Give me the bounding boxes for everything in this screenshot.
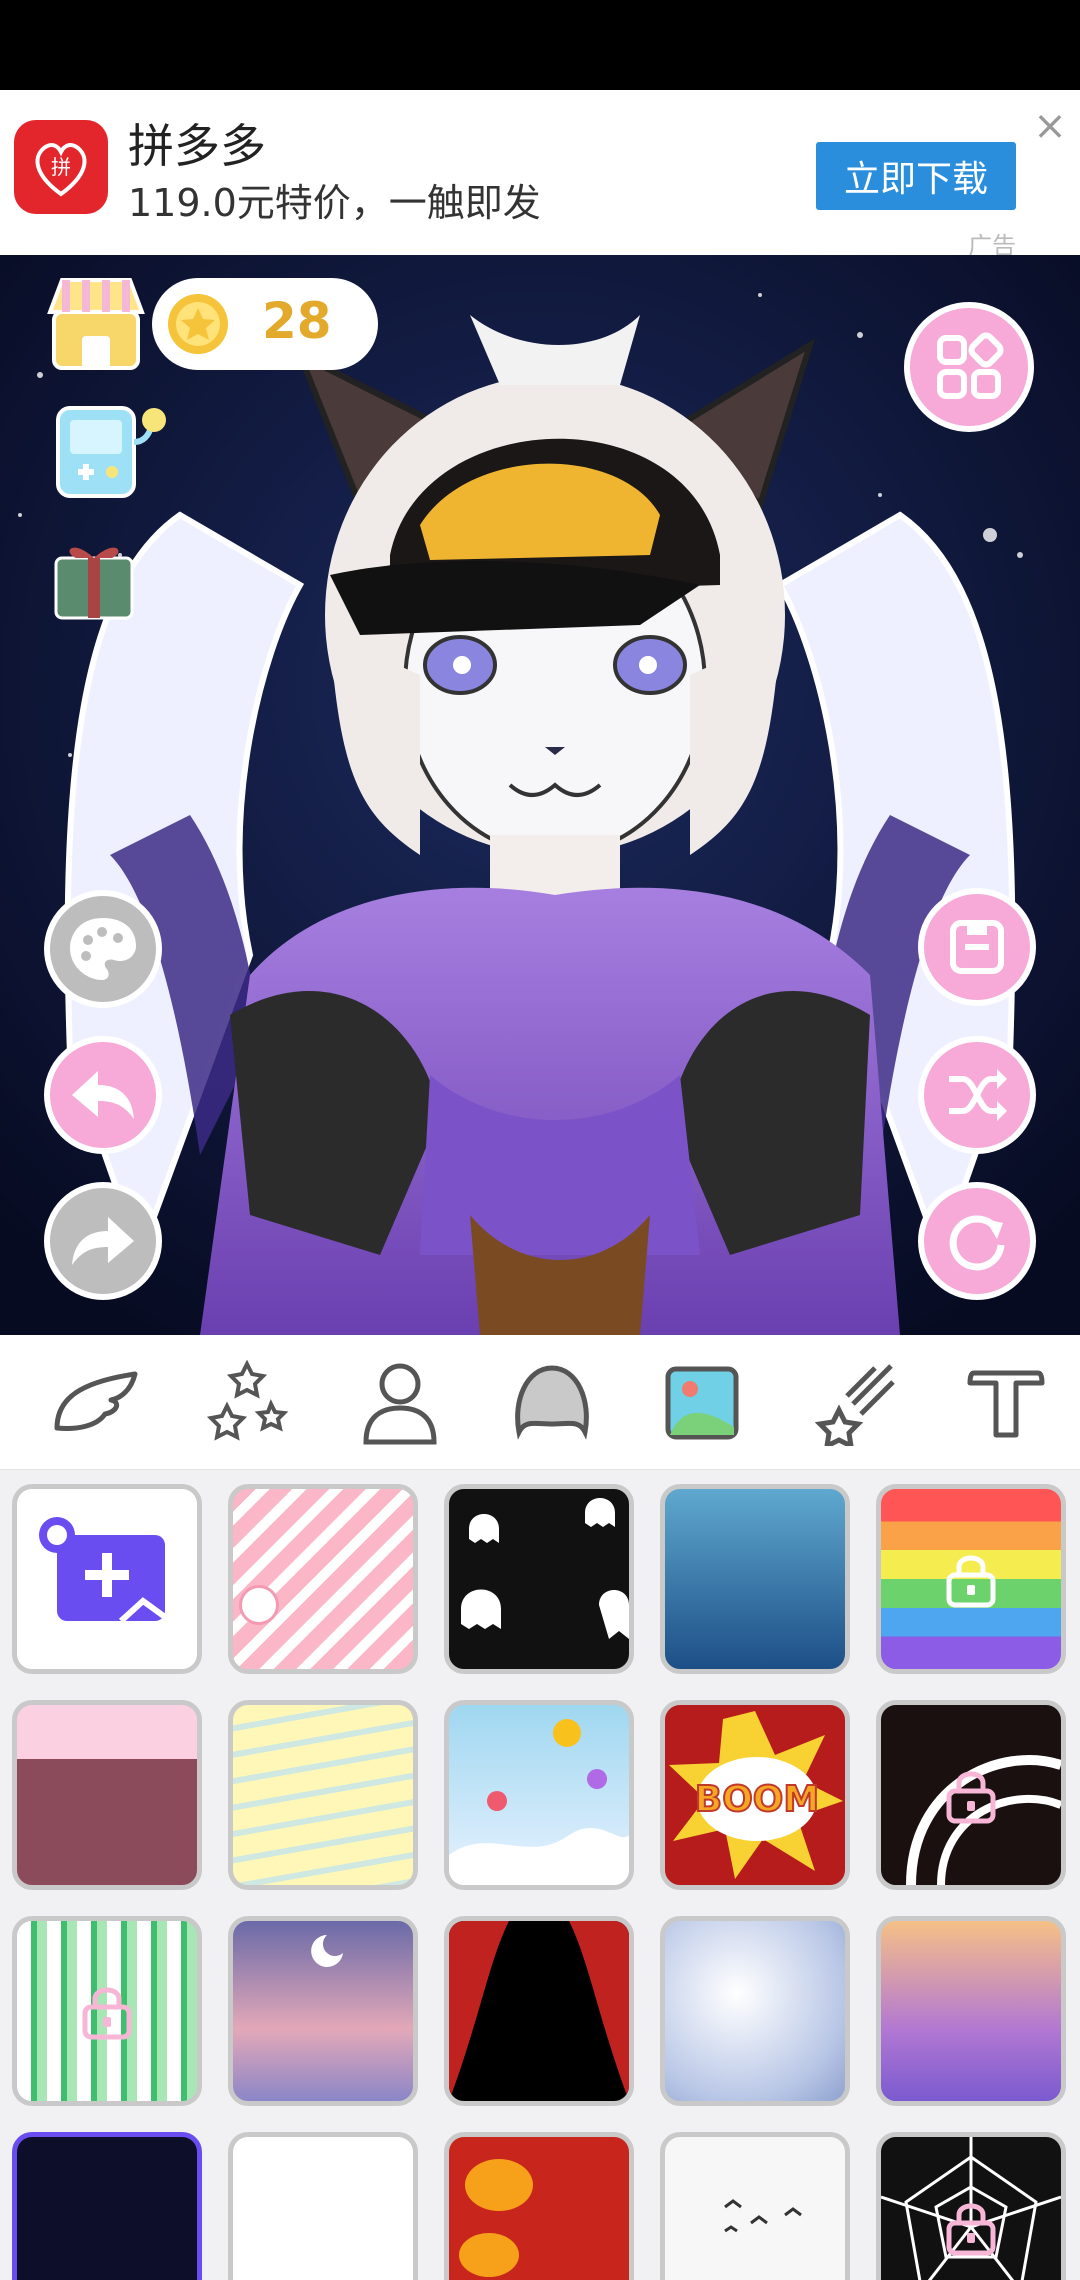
background-spider-web[interactable] [876,2132,1066,2280]
category-head[interactable] [504,1355,600,1451]
stars-icon [207,1360,289,1441]
reset-button[interactable] [918,1182,1036,1300]
background-night-clouds[interactable] [228,1916,418,2106]
background-add-custom[interactable] [12,1484,202,1674]
gift-icon[interactable] [52,528,136,622]
category-body[interactable] [352,1355,448,1451]
background-grid: BOOM [0,1470,1080,2280]
background-plain-white[interactable] [228,2132,418,2280]
ad-subtitle: 119.0元特价，一触即发 [128,181,541,225]
background-lanterns[interactable] [444,2132,634,2280]
category-wings[interactable] [48,1355,144,1451]
text-icon [967,1370,1045,1438]
category-background[interactable] [654,1355,750,1451]
ad-banner[interactable]: 拼 拼多多 119.0元特价，一触即发 立即下载 [0,90,1080,255]
person-icon [363,1363,437,1445]
coin-count: 28 [262,292,332,350]
background-boom[interactable]: BOOM [660,1700,850,1890]
background-swirl[interactable] [876,1700,1066,1890]
status-bar [0,0,1080,90]
background-stage-curtains[interactable] [444,1916,634,2106]
background-starry-night[interactable] [12,2132,202,2280]
background-purple-sparkle[interactable] [876,1916,1066,2106]
coin-icon [168,294,228,354]
palette-icon [70,918,136,980]
lock-icon [946,2203,996,2256]
background-yellow-waves[interactable] [228,1700,418,1890]
shop-icon[interactable] [46,272,146,372]
redo-button[interactable] [44,1182,162,1300]
background-underwater[interactable] [660,1484,850,1674]
background-rainbow[interactable] [876,1484,1066,1674]
add-image-icon [39,1517,167,1624]
category-effects[interactable] [202,1355,298,1451]
category-props[interactable] [806,1355,902,1451]
wing-icon [54,1371,138,1431]
background-ghosts[interactable] [444,1484,634,1674]
category-text[interactable] [958,1355,1054,1451]
grid-icon [937,332,1004,399]
shuffle-icon [949,1069,1007,1121]
background-image-icon [665,1366,739,1440]
randomize-button[interactable] [918,1036,1036,1154]
lock-icon [946,1771,996,1824]
boom-text: BOOM [695,1779,819,1820]
ad-title: 拼多多 [128,119,266,173]
game-console-icon[interactable] [54,402,172,502]
category-toolbar [0,1335,1080,1470]
lock-icon [946,1555,996,1608]
background-birds[interactable] [660,2132,850,2280]
svg-text:拼: 拼 [51,155,71,179]
head-icon [515,1365,589,1440]
undo-icon [72,1071,134,1119]
lock-icon [82,1987,132,2040]
background-bamboo[interactable] [12,1916,202,2106]
redo-icon [72,1217,134,1265]
background-bokeh[interactable] [660,1916,850,2106]
save-icon [950,920,1004,974]
undo-button[interactable] [44,1036,162,1154]
ad-download-button[interactable]: 立即下载 [816,142,1016,210]
save-button[interactable] [918,888,1036,1006]
palette-button[interactable] [44,890,162,1008]
background-pink-forest[interactable] [12,1700,202,1890]
pinduoduo-logo: 拼 [14,120,108,214]
background-pink-stripes[interactable] [228,1484,418,1674]
refresh-icon [949,1215,1005,1271]
shooting-star-icon [814,1364,895,1446]
menu-grid-button[interactable] [904,302,1034,432]
background-balloon-sky[interactable] [444,1700,634,1890]
close-icon[interactable]: × [1030,106,1070,146]
